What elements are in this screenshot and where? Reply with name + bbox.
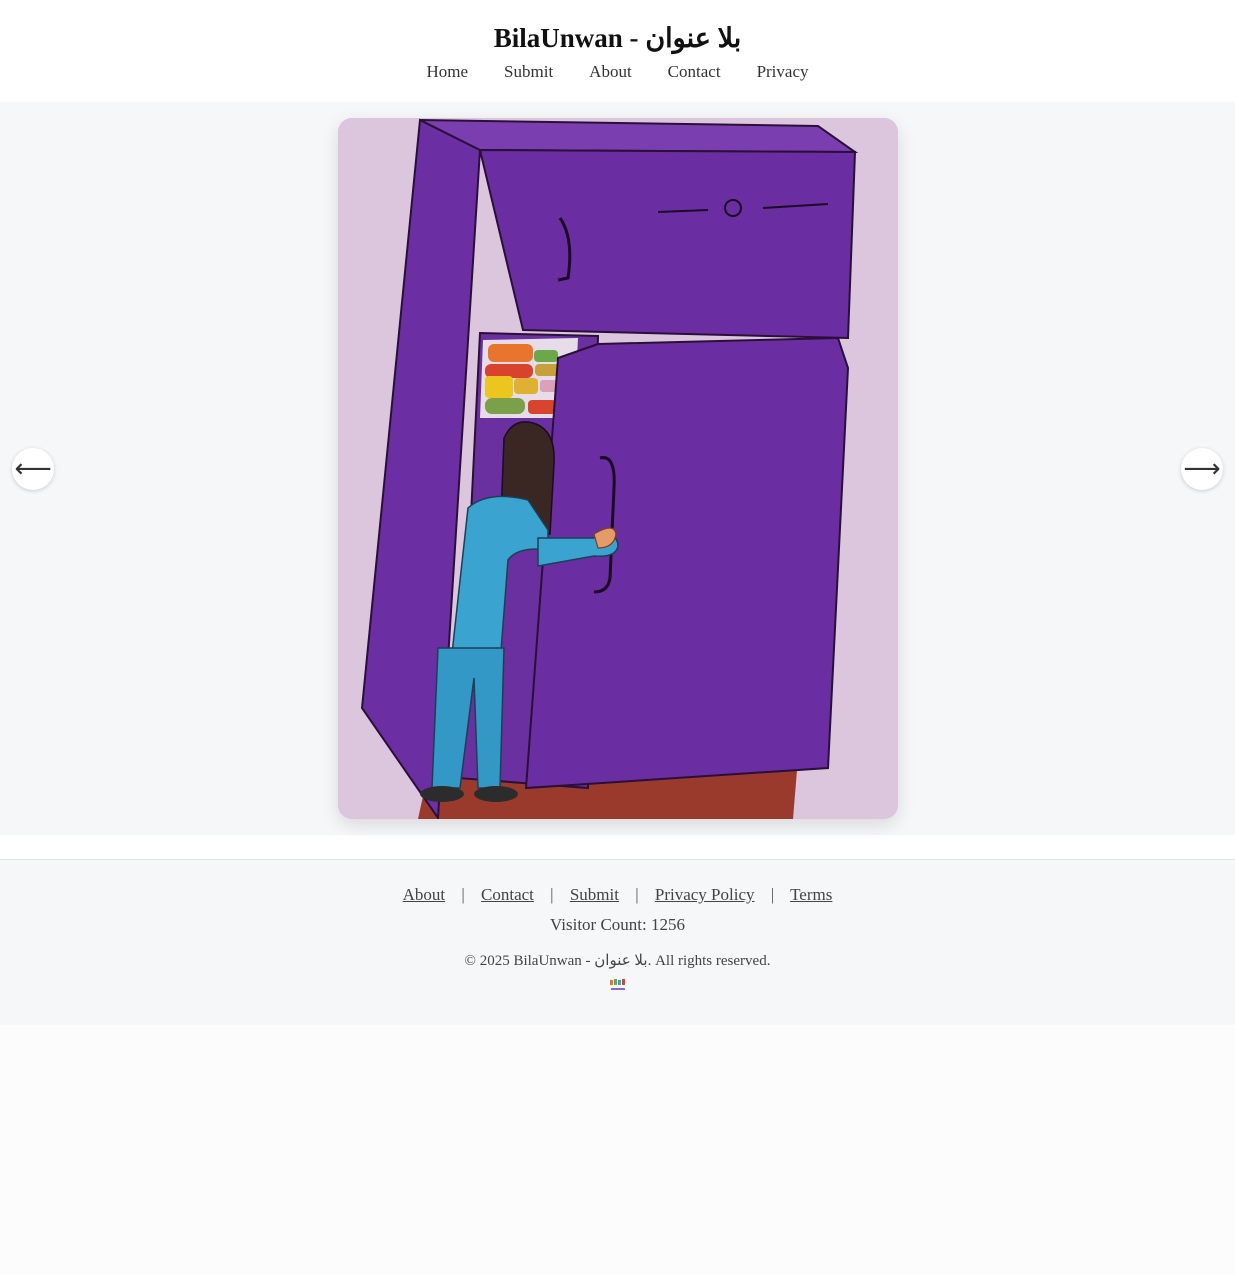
main-nav: Home Submit About Contact Privacy: [0, 62, 1235, 82]
bilaunwan-logo-icon: [608, 978, 628, 994]
footer-separator: |: [635, 885, 639, 904]
footer-links: About | Contact | Submit | Privacy Polic…: [0, 885, 1235, 905]
visitor-count: Visitor Count: 1256: [550, 915, 685, 934]
footer-separator: |: [461, 885, 465, 904]
site-title[interactable]: BilaUnwan - بلا عنوان: [0, 20, 1235, 56]
site-footer: About | Contact | Submit | Privacy Polic…: [0, 859, 1235, 1025]
prev-arrow-button[interactable]: ⟵: [12, 448, 54, 490]
nav-home-link[interactable]: Home: [427, 62, 469, 82]
arrow-left-icon: ⟵: [14, 454, 52, 484]
fridge-drawing-illustration: [338, 118, 898, 819]
section-spacer: [0, 835, 1235, 859]
site-header: BilaUnwan - بلا عنوان Home Submit About …: [0, 0, 1235, 102]
footer-contact-link[interactable]: Contact: [481, 885, 534, 904]
artwork-gallery: ⟵ ⟶: [0, 102, 1235, 835]
nav-about-link[interactable]: About: [589, 62, 632, 82]
copyright-notice: © 2025 BilaUnwan - بلا عنوان. All rights…: [464, 953, 771, 969]
footer-separator: |: [770, 885, 775, 904]
artwork-image[interactable]: [338, 118, 898, 819]
nav-privacy-link[interactable]: Privacy: [757, 62, 809, 82]
arrow-right-icon: ⟶: [1183, 454, 1221, 484]
nav-submit-link[interactable]: Submit: [504, 62, 553, 82]
footer-about-link[interactable]: About: [403, 885, 446, 904]
footer-terms-link[interactable]: Terms: [790, 885, 832, 904]
nav-contact-link[interactable]: Contact: [668, 62, 721, 82]
footer-submit-link[interactable]: Submit: [570, 885, 619, 904]
footer-privacy-policy-link[interactable]: Privacy Policy: [655, 885, 755, 904]
footer-separator: |: [550, 885, 554, 904]
next-arrow-button[interactable]: ⟶: [1181, 448, 1223, 490]
